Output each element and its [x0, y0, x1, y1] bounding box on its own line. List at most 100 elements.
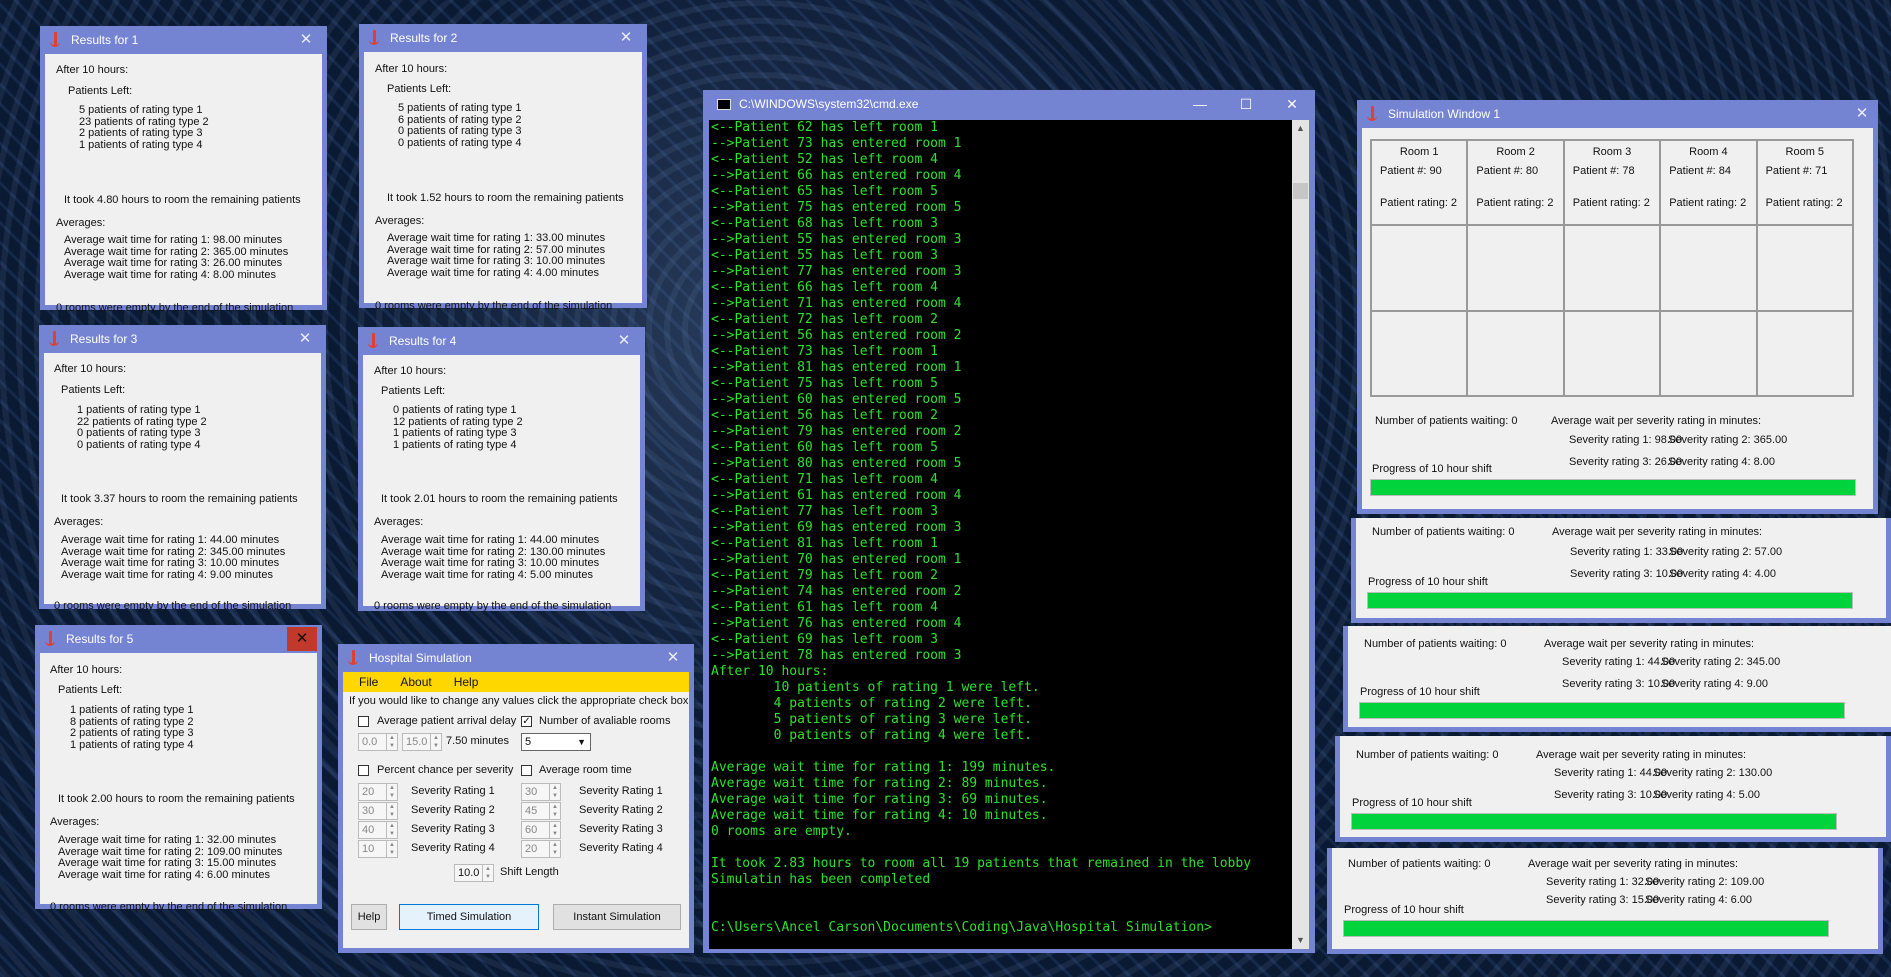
patient-rating: Patient rating: 2 — [1380, 197, 1458, 209]
chevron-down-icon: ▼ — [577, 737, 586, 747]
severity-2: Severity rating 2: 345.00 — [1661, 656, 1781, 668]
spinner-arrows-icon[interactable]: ▲ ▼ — [482, 865, 493, 881]
averages-label: Averages: — [375, 215, 425, 227]
list-item: Average wait time for rating 3: 15.00 mi… — [58, 857, 277, 869]
scrollbar[interactable]: ▲ ▼ — [1292, 120, 1309, 949]
sim-panel-2: Number of patients waiting: 0 Average wa… — [1351, 518, 1891, 623]
close-icon[interactable]: ✕ — [614, 331, 634, 351]
patients-waiting: Number of patients waiting: 0 — [1356, 749, 1499, 761]
patients-left-list: 1 patients of rating type 1 22 patients … — [77, 404, 207, 451]
spinner-arrows-icon[interactable]: ▲ ▼ — [386, 734, 397, 750]
titlebar[interactable]: Results for 1 ✕ — [45, 26, 322, 54]
severity-4: Severity rating 4: 5.00 — [1653, 789, 1761, 801]
severity-3: Severity rating 3: 15.00 — [1546, 894, 1660, 906]
results-window-5: Results for 5 ✕ After 10 hours: Patients … — [35, 625, 322, 913]
patient-number: Patient #: 84 — [1669, 165, 1731, 177]
took-text: It took 4.80 hours to room the remaining… — [64, 194, 301, 206]
severity-3: Severity rating 3: 10.00 — [1570, 568, 1684, 580]
spinner-arrows-icon[interactable]: ▲ ▼ — [549, 841, 560, 857]
patients-left-label: Patients Left: — [61, 384, 126, 396]
scroll-thumb[interactable] — [1293, 183, 1308, 199]
room-header: Room 4 — [1689, 146, 1728, 158]
menu-about[interactable]: About — [400, 675, 431, 689]
results-body: After 10 hours: Patients Left: 0 patient… — [363, 355, 640, 612]
patient-number: Patient #: 80 — [1476, 165, 1539, 177]
roomtime-spinner-1[interactable]: 30 ▲ ▼ — [521, 783, 561, 801]
spinner-arrows-icon[interactable]: ▲ ▼ — [386, 784, 397, 800]
list-item: 2 patients of rating type 3 — [70, 727, 194, 739]
titlebar[interactable]: Results for 3 ✕ — [44, 325, 321, 353]
list-item: Average wait time for rating 1: 32.00 mi… — [58, 834, 277, 846]
scroll-down-icon[interactable]: ▼ — [1292, 932, 1309, 949]
instant-simulation-button[interactable]: Instant Simulation — [553, 904, 681, 930]
roomtime-checkbox[interactable] — [521, 765, 532, 776]
menu-file[interactable]: File — [359, 675, 378, 689]
severity-2: Severity rating 2: 365.00 — [1668, 434, 1788, 446]
close-icon[interactable]: ✕ — [1269, 90, 1315, 118]
terminal-output[interactable]: <--Patient 62 has left room 1 -->Patient… — [709, 120, 1294, 949]
severity-2: Severity rating 2: 109.00 — [1645, 876, 1765, 888]
spinner-arrows-icon[interactable]: ▲ ▼ — [549, 822, 560, 838]
roomtime-spinner-2[interactable]: 45 ▲ ▼ — [521, 802, 561, 820]
room-cell: Room 1 Patient #: 90 Patient rating: 2 — [1371, 140, 1468, 226]
close-icon[interactable]: ✕ — [295, 329, 315, 349]
spinner-arrows-icon[interactable]: ▲ ▼ — [386, 822, 397, 838]
percent-spinner-1[interactable]: 20 ▲ ▼ — [358, 783, 398, 801]
titlebar[interactable]: Results for 4 ✕ — [363, 327, 640, 355]
timed-simulation-button[interactable]: Timed Simulation — [399, 904, 539, 930]
menu-bar: File About Help — [343, 672, 689, 692]
spinner-arrows-icon[interactable]: ▲ ▼ — [549, 784, 560, 800]
cmd-window: C:\WINDOWS\system32\cmd.exe — ☐ ✕ <--Pat… — [703, 90, 1315, 953]
arrival-max-spinner[interactable]: 15.0 ▲ ▼ — [402, 733, 442, 751]
spinner-arrows-icon[interactable]: ▲ ▼ — [386, 803, 397, 819]
rooms-checkbox[interactable]: ✓ — [521, 716, 532, 727]
percent-spinner-2[interactable]: 30 ▲ ▼ — [358, 802, 398, 820]
window-title: C:\WINDOWS\system32\cmd.exe — [739, 97, 919, 111]
spinner-arrows-icon[interactable]: ▲ ▼ — [430, 734, 441, 750]
list-item: 1 patients of rating type 3 — [393, 427, 517, 439]
room-cell: Room 5 Patient #: 71 Patient rating: 2 — [1756, 140, 1853, 226]
list-item: Average wait time for rating 4: 5.00 min… — [381, 568, 593, 581]
avg-wait-label: Average wait per severity rating in minu… — [1528, 858, 1739, 870]
close-icon[interactable]: ✕ — [663, 648, 683, 668]
progress-label: Progress of 10 hour shift — [1372, 463, 1492, 475]
window-title: Hospital Simulation — [369, 651, 472, 665]
list-item: 0 patients of rating type 3 — [77, 427, 201, 439]
empty-cell — [1467, 310, 1564, 396]
arrival-min-spinner[interactable]: 0.0 ▲ ▼ — [358, 733, 398, 751]
titlebar[interactable]: Results for 2 ✕ — [364, 24, 642, 52]
arrival-delay-checkbox[interactable] — [358, 716, 369, 727]
list-item: 0 patients of rating type 4 — [77, 438, 201, 451]
list-item: 1 patients of rating type 4 — [70, 738, 194, 751]
close-icon[interactable]: ✕ — [616, 28, 636, 48]
patient-number: Patient #: 71 — [1765, 165, 1828, 177]
titlebar[interactable]: Simulation Window 1 ✕ — [1357, 100, 1878, 128]
percent-checkbox[interactable] — [358, 765, 369, 776]
room-grid: Room 1 Patient #: 90 Patient rating: 2 Roo… — [1370, 139, 1854, 397]
patient-number: Patient #: 90 — [1380, 165, 1442, 177]
averages-list: Average wait time for rating 1: 44.00 mi… — [381, 534, 605, 581]
spinner-arrows-icon[interactable]: ▲ ▼ — [549, 803, 560, 819]
spinner-arrows-icon[interactable]: ▲ ▼ — [386, 841, 397, 857]
titlebar[interactable]: Hospital Simulation ✕ — [343, 644, 689, 672]
help-button[interactable]: Help — [351, 904, 387, 930]
severity-label: Severity Rating 4 — [579, 842, 663, 854]
took-text: It took 3.37 hours to room the remaining… — [61, 493, 298, 505]
percent-spinner-3[interactable]: 40 ▲ ▼ — [358, 821, 398, 839]
empty-cell — [1563, 310, 1661, 396]
percent-spinner-4[interactable]: 10 ▲ ▼ — [358, 840, 398, 858]
rooms-select[interactable]: 5 ▼ — [521, 733, 591, 751]
scroll-up-icon[interactable]: ▲ — [1292, 120, 1309, 137]
titlebar[interactable]: Results for 5 ✕ — [40, 625, 317, 653]
maximize-icon[interactable]: ☐ — [1223, 90, 1269, 118]
roomtime-spinner-4[interactable]: 20 ▲ ▼ — [521, 840, 561, 858]
menu-help[interactable]: Help — [454, 675, 479, 689]
titlebar[interactable]: C:\WINDOWS\system32\cmd.exe — ☐ ✕ — [703, 90, 1315, 118]
close-icon[interactable]: ✕ — [1852, 104, 1872, 124]
shift-length-spinner[interactable]: 10.0 ▲ ▼ — [454, 864, 494, 882]
severity-label: Severity Rating 2 — [411, 804, 495, 816]
close-icon[interactable]: ✕ — [296, 30, 316, 50]
close-icon[interactable]: ✕ — [287, 627, 317, 651]
minimize-icon[interactable]: — — [1177, 90, 1223, 118]
roomtime-spinner-3[interactable]: 60 ▲ ▼ — [521, 821, 561, 839]
